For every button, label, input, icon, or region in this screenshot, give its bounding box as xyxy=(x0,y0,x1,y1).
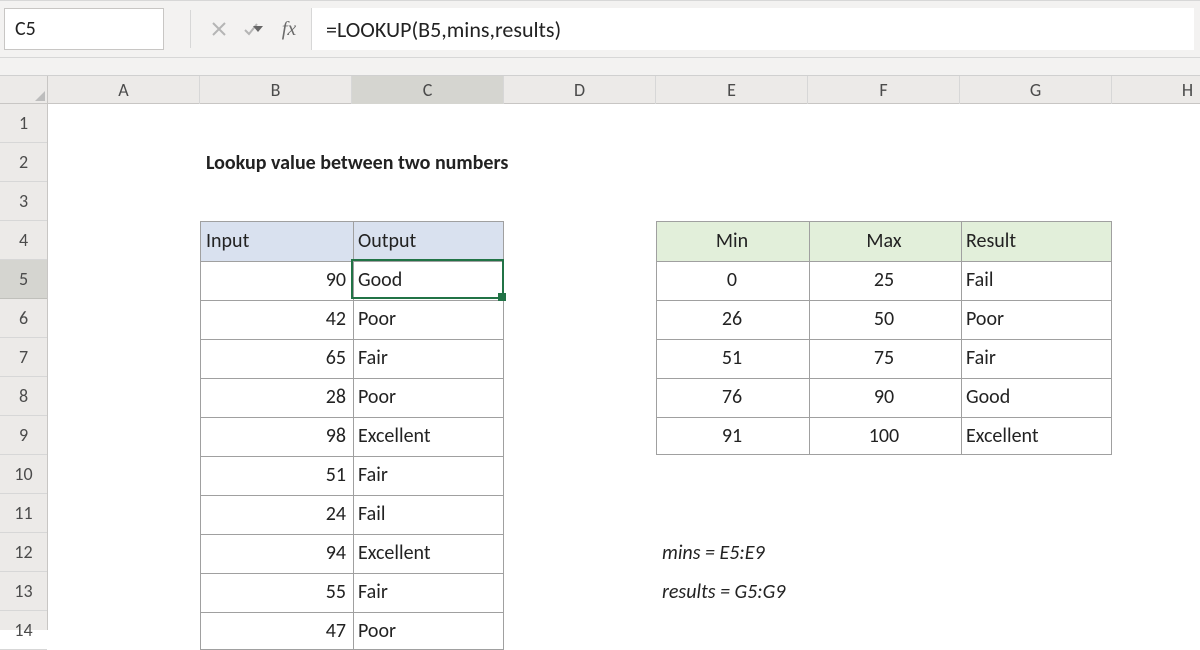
row-header-12[interactable]: 12 xyxy=(0,533,47,572)
table1-input[interactable]: 55 xyxy=(200,572,352,611)
table2-min[interactable]: 76 xyxy=(656,377,808,416)
table1-output[interactable]: Poor xyxy=(352,299,504,338)
row-header-11[interactable]: 11 xyxy=(0,494,47,533)
row-header-8[interactable]: 8 xyxy=(0,377,47,416)
formula-bar-input[interactable] xyxy=(311,8,1194,50)
row-header-14[interactable]: 14 xyxy=(0,611,47,650)
table1-header-output[interactable]: Output xyxy=(352,221,504,260)
column-header-E[interactable]: E xyxy=(656,76,808,104)
column-header-F[interactable]: F xyxy=(808,76,960,104)
column-header-H[interactable]: H xyxy=(1112,76,1200,104)
fx-label[interactable]: fx xyxy=(267,18,311,41)
name-box-dropdown-icon[interactable] xyxy=(253,26,263,32)
table2-min[interactable]: 0 xyxy=(656,260,808,299)
column-header-C[interactable]: C xyxy=(352,76,504,104)
row-header-5[interactable]: 5 xyxy=(0,260,47,299)
table2-result[interactable]: Poor xyxy=(960,299,1112,338)
table2-max[interactable]: 75 xyxy=(808,338,960,377)
column-header-B[interactable]: B xyxy=(200,76,352,104)
table2-result[interactable]: Fair xyxy=(960,338,1112,377)
grid[interactable]: ABCDEFGH Lookup value between two number… xyxy=(48,76,1200,630)
table1-output[interactable]: Excellent xyxy=(352,533,504,572)
table1-header-input[interactable]: Input xyxy=(200,221,352,260)
table1-input[interactable]: 42 xyxy=(200,299,352,338)
row-header-13[interactable]: 13 xyxy=(0,572,47,611)
cells-layer[interactable]: Lookup value between two numbers InputOut… xyxy=(48,104,1200,630)
table1-output[interactable]: Fail xyxy=(352,494,504,533)
name-box[interactable] xyxy=(4,8,164,50)
table2-max[interactable]: 100 xyxy=(808,416,960,455)
sheet-title[interactable]: Lookup value between two numbers xyxy=(200,143,808,182)
table1-output[interactable]: Fair xyxy=(352,338,504,377)
row-header-3[interactable]: 3 xyxy=(0,182,47,221)
table2-result[interactable]: Fail xyxy=(960,260,1112,299)
table2-min[interactable]: 91 xyxy=(656,416,808,455)
row-header-10[interactable]: 10 xyxy=(0,455,47,494)
table1-input[interactable]: 47 xyxy=(200,611,352,650)
select-all-corner[interactable] xyxy=(0,76,47,104)
row-header-4[interactable]: 4 xyxy=(0,221,47,260)
row-header-6[interactable]: 6 xyxy=(0,299,47,338)
ribbon-gap xyxy=(0,58,1200,76)
table1-output[interactable]: Excellent xyxy=(352,416,504,455)
table1-output[interactable]: Poor xyxy=(352,377,504,416)
spreadsheet: 1234567891011121314 ABCDEFGH Lookup valu… xyxy=(0,76,1200,630)
note-results[interactable]: results = G5:G9 xyxy=(656,572,1112,611)
table1-output[interactable]: Poor xyxy=(352,611,504,650)
table1-input[interactable]: 90 xyxy=(200,260,352,299)
table1-input[interactable]: 94 xyxy=(200,533,352,572)
column-header-D[interactable]: D xyxy=(504,76,656,104)
row-header-1[interactable]: 1 xyxy=(0,104,47,143)
column-headers: ABCDEFGH xyxy=(48,76,1200,104)
table2-min[interactable]: 51 xyxy=(656,338,808,377)
column-header-G[interactable]: G xyxy=(960,76,1112,104)
table1-input[interactable]: 28 xyxy=(200,377,352,416)
table2-max[interactable]: 90 xyxy=(808,377,960,416)
name-box-input[interactable] xyxy=(5,17,253,41)
formula-bar-area: fx xyxy=(0,0,1200,58)
row-headers: 1234567891011121314 xyxy=(0,76,48,630)
table2-max[interactable]: 25 xyxy=(808,260,960,299)
table2-header-max[interactable]: Max xyxy=(808,221,960,260)
table1-output[interactable]: Fair xyxy=(352,572,504,611)
row-header-7[interactable]: 7 xyxy=(0,338,47,377)
table2-min[interactable]: 26 xyxy=(656,299,808,338)
table2-header-result[interactable]: Result xyxy=(960,221,1112,260)
table1-input[interactable]: 24 xyxy=(200,494,352,533)
table2-max[interactable]: 50 xyxy=(808,299,960,338)
table1-input[interactable]: 51 xyxy=(200,455,352,494)
table2-result[interactable]: Excellent xyxy=(960,416,1112,455)
table2-result[interactable]: Good xyxy=(960,377,1112,416)
row-header-9[interactable]: 9 xyxy=(0,416,47,455)
note-mins[interactable]: mins = E5:E9 xyxy=(656,533,1112,572)
table1-output[interactable]: Fair xyxy=(352,455,504,494)
row-header-2[interactable]: 2 xyxy=(0,143,47,182)
table1-output[interactable]: Good xyxy=(352,260,504,299)
table1-input[interactable]: 65 xyxy=(200,338,352,377)
table1-input[interactable]: 98 xyxy=(200,416,352,455)
column-header-A[interactable]: A xyxy=(48,76,200,104)
table2-header-min[interactable]: Min xyxy=(656,221,808,260)
